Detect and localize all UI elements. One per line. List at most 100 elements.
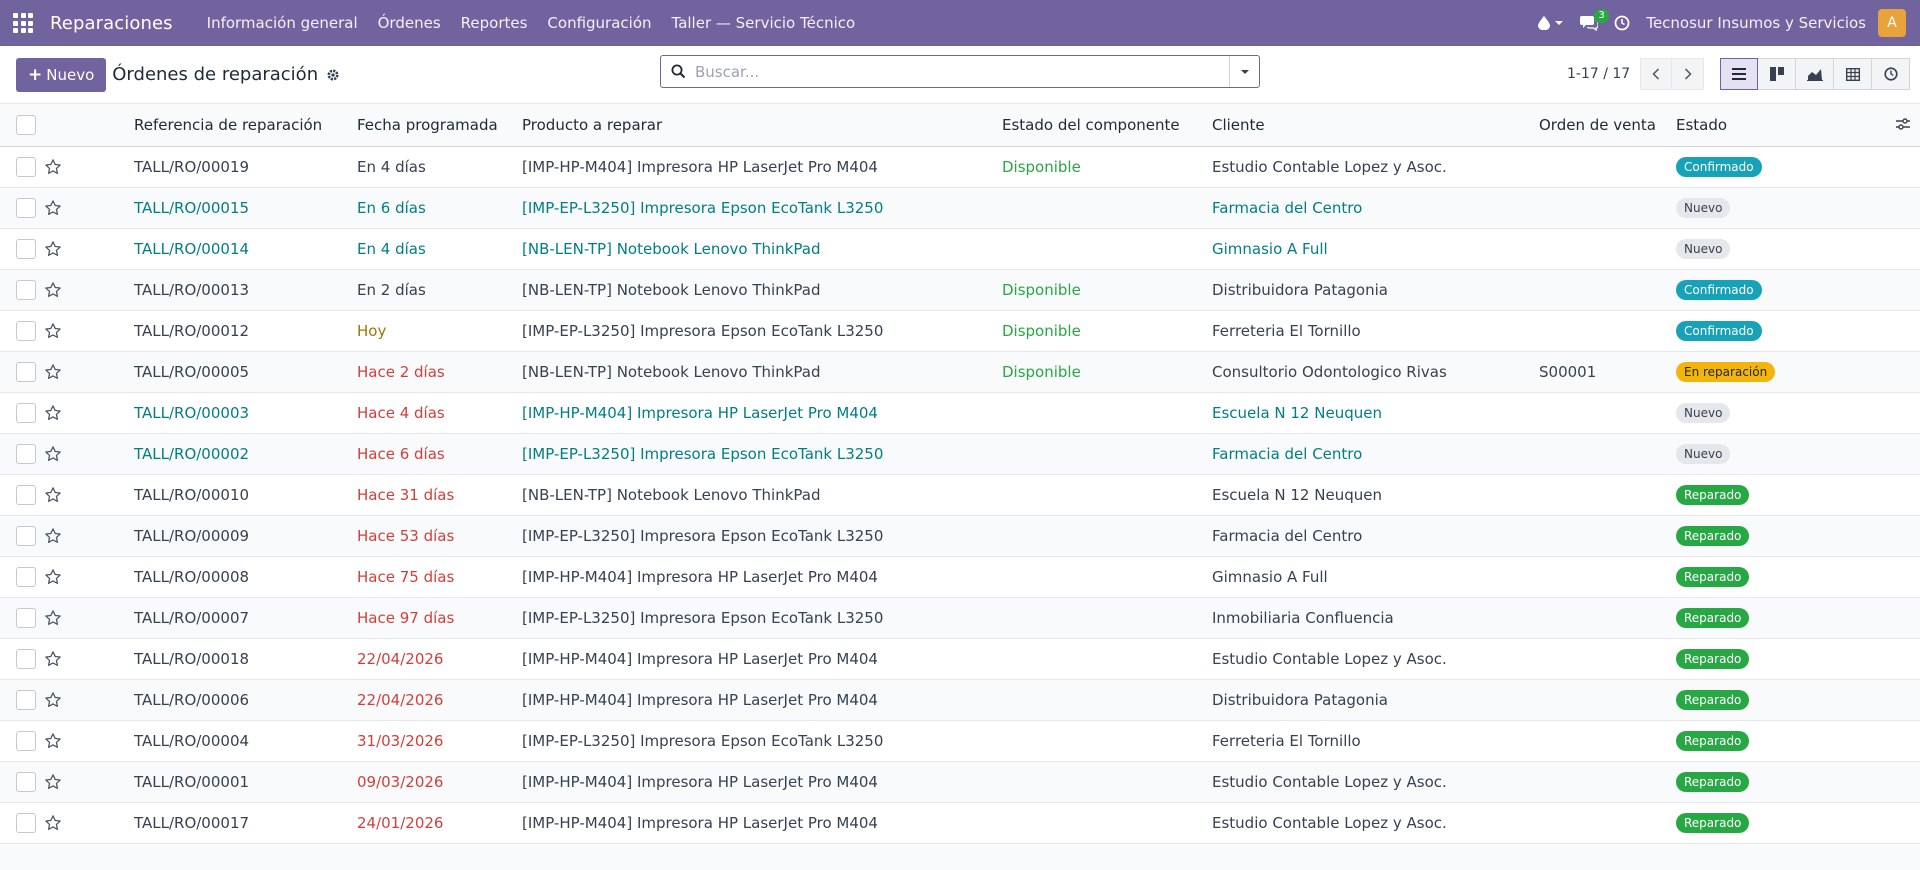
row-checkbox[interactable]: [16, 156, 36, 177]
menu-item-reports[interactable]: Reportes: [451, 0, 538, 46]
column-header-product[interactable]: Producto a reparar: [522, 104, 1002, 147]
table-row[interactable]: TALL/RO/00015 En 6 días [IMP-EP-L3250] I…: [0, 187, 1920, 228]
row-checkbox[interactable]: [16, 648, 36, 669]
row-checkbox[interactable]: [16, 484, 36, 505]
menu-item-workshop[interactable]: Taller — Servicio Técnico: [662, 0, 866, 46]
star-icon[interactable]: [44, 732, 62, 750]
cell-reference: TALL/RO/00001: [134, 772, 250, 791]
star-icon[interactable]: [44, 404, 62, 422]
cell-scheduled-date: En 2 días: [357, 280, 426, 299]
star-icon[interactable]: [44, 322, 62, 340]
column-header-customer[interactable]: Cliente: [1212, 104, 1539, 147]
table-row[interactable]: TALL/RO/00010 Hace 31 días [NB-LEN-TP] N…: [0, 474, 1920, 515]
company-switcher[interactable]: Tecnosur Insumos y Servicios: [1638, 14, 1878, 32]
row-checkbox[interactable]: [16, 238, 36, 259]
row-checkbox[interactable]: [16, 566, 36, 587]
row-checkbox[interactable]: [16, 361, 36, 382]
star-icon[interactable]: [44, 691, 62, 709]
star-icon[interactable]: [44, 240, 62, 258]
row-checkbox[interactable]: [16, 812, 36, 833]
table-icon: [1845, 67, 1860, 81]
star-icon[interactable]: [44, 773, 62, 791]
pager-value[interactable]: 1-17 / 17: [1567, 66, 1630, 82]
status-badge: Reparado: [1676, 484, 1750, 505]
row-checkbox[interactable]: [16, 443, 36, 464]
pivot-view-button[interactable]: [1834, 58, 1872, 90]
cell-sale-order: [1539, 146, 1676, 187]
star-icon[interactable]: [44, 527, 62, 545]
column-header-component[interactable]: Estado del componente: [1002, 104, 1212, 147]
table-row[interactable]: TALL/RO/00006 22/04/2026 [IMP-HP-M404] I…: [0, 679, 1920, 720]
kanban-view-button[interactable]: [1758, 58, 1796, 90]
table-row[interactable]: TALL/RO/00004 31/03/2026 [IMP-EP-L3250] …: [0, 720, 1920, 761]
row-checkbox[interactable]: [16, 197, 36, 218]
star-icon[interactable]: [44, 281, 62, 299]
list-view-button[interactable]: [1720, 58, 1758, 90]
star-icon[interactable]: [44, 814, 62, 832]
row-checkbox[interactable]: [16, 771, 36, 792]
table-row[interactable]: TALL/RO/00012 Hoy [IMP-EP-L3250] Impreso…: [0, 310, 1920, 351]
app-brand[interactable]: Reparaciones: [50, 13, 173, 34]
activities-button[interactable]: [1606, 0, 1638, 46]
table-row[interactable]: TALL/RO/00002 Hace 6 días [IMP-EP-L3250]…: [0, 433, 1920, 474]
row-checkbox[interactable]: [16, 607, 36, 628]
menu-item-orders[interactable]: Órdenes: [368, 0, 451, 46]
table-row[interactable]: TALL/RO/00018 22/04/2026 [IMP-HP-M404] I…: [0, 638, 1920, 679]
star-icon[interactable]: [44, 158, 62, 176]
search-options-toggle[interactable]: [1229, 56, 1259, 87]
cell-product: [IMP-EP-L3250] Impresora Epson EcoTank L…: [522, 444, 884, 463]
star-icon[interactable]: [44, 486, 62, 504]
table-row[interactable]: TALL/RO/00007 Hace 97 días [IMP-EP-L3250…: [0, 597, 1920, 638]
table-row[interactable]: TALL/RO/00008 Hace 75 días [IMP-HP-M404]…: [0, 556, 1920, 597]
column-header-reference[interactable]: Referencia de reparación: [134, 104, 357, 147]
gear-icon[interactable]: [326, 68, 340, 82]
cell-customer: Farmacia del Centro: [1212, 198, 1363, 217]
star-icon[interactable]: [44, 445, 62, 463]
table-row[interactable]: TALL/RO/00003 Hace 4 días [IMP-HP-M404] …: [0, 392, 1920, 433]
activity-view-button[interactable]: [1872, 58, 1910, 90]
table-row[interactable]: TALL/RO/00014 En 4 días [NB-LEN-TP] Note…: [0, 228, 1920, 269]
cell-product: [IMP-HP-M404] Impresora HP LaserJet Pro …: [522, 649, 878, 668]
search-input[interactable]: [695, 62, 1229, 81]
row-checkbox[interactable]: [16, 730, 36, 751]
pager-previous-button[interactable]: [1640, 58, 1673, 90]
star-icon[interactable]: [44, 609, 62, 627]
menu-item-general[interactable]: Información general: [197, 0, 368, 46]
messages-button[interactable]: 3: [1572, 0, 1609, 46]
cell-component-status: Disponible: [1002, 321, 1081, 340]
star-icon[interactable]: [44, 199, 62, 217]
new-button[interactable]: + Nuevo: [16, 57, 107, 92]
select-all-checkbox[interactable]: [16, 114, 36, 135]
column-header-sale-order[interactable]: Orden de venta: [1539, 104, 1676, 147]
menu-item-config[interactable]: Configuración: [537, 0, 661, 46]
row-checkbox[interactable]: [16, 402, 36, 423]
row-checkbox[interactable]: [16, 689, 36, 710]
table-row[interactable]: TALL/RO/00005 Hace 2 días [NB-LEN-TP] No…: [0, 351, 1920, 392]
column-header-date[interactable]: Fecha programada: [357, 104, 522, 147]
table-row[interactable]: TALL/RO/00013 En 2 días [NB-LEN-TP] Note…: [0, 269, 1920, 310]
cell-status: Reparado: [1676, 679, 1886, 720]
column-header-status[interactable]: Estado: [1676, 104, 1886, 147]
user-avatar[interactable]: A: [1878, 9, 1906, 37]
row-checkbox[interactable]: [16, 525, 36, 546]
pager-next-button[interactable]: [1672, 58, 1705, 90]
cell-status: Confirmado: [1676, 269, 1886, 310]
status-badge: En reparación: [1676, 361, 1776, 382]
table-row[interactable]: TALL/RO/00017 24/01/2026 [IMP-HP-M404] I…: [0, 802, 1920, 843]
graph-view-button[interactable]: [1796, 58, 1834, 90]
star-icon[interactable]: [44, 650, 62, 668]
cell-status: Nuevo: [1676, 392, 1886, 433]
apps-grid-icon[interactable]: [12, 12, 34, 34]
status-badge: Reparado: [1676, 566, 1750, 587]
search-icon: [661, 64, 695, 79]
table-row[interactable]: TALL/RO/00001 09/03/2026 [IMP-HP-M404] I…: [0, 761, 1920, 802]
activity-dropdown[interactable]: [1530, 0, 1572, 46]
repair-orders-list: Referencia de reparación Fecha programad…: [0, 104, 1920, 844]
table-row[interactable]: TALL/RO/00019 En 4 días [IMP-HP-M404] Im…: [0, 146, 1920, 187]
optional-columns-icon[interactable]: [1896, 118, 1910, 130]
star-icon[interactable]: [44, 568, 62, 586]
row-checkbox[interactable]: [16, 320, 36, 341]
row-checkbox[interactable]: [16, 279, 36, 300]
star-icon[interactable]: [44, 363, 62, 381]
table-row[interactable]: TALL/RO/00009 Hace 53 días [IMP-EP-L3250…: [0, 515, 1920, 556]
